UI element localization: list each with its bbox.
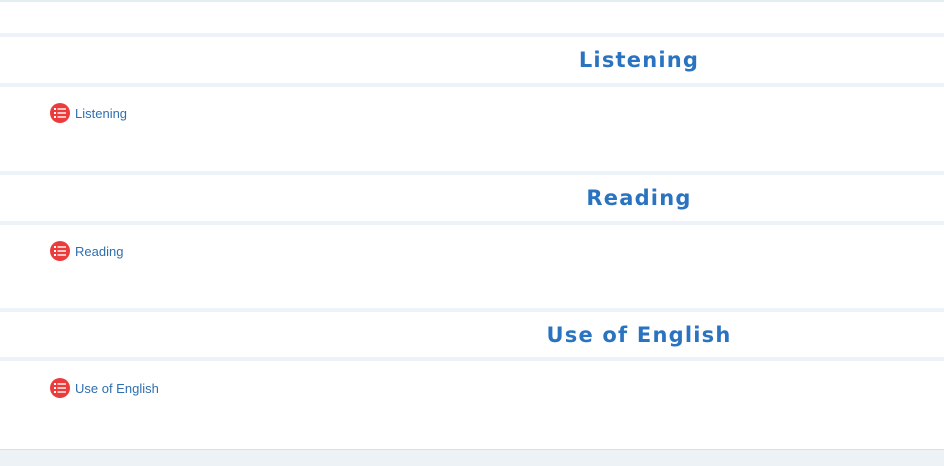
section-header-listening: Listening xyxy=(0,37,944,83)
activity-link-label[interactable]: Reading xyxy=(75,244,123,259)
activity-link-label[interactable]: Listening xyxy=(75,106,127,121)
section-header-reading: Reading xyxy=(0,175,944,221)
section-title: Reading xyxy=(586,186,692,210)
activity-link-use-of-english[interactable]: Use of English xyxy=(50,377,159,399)
footer-bar xyxy=(0,450,944,466)
section-title: Use of English xyxy=(546,323,732,347)
activity-link-reading[interactable]: Reading xyxy=(50,240,123,262)
list-icon xyxy=(50,103,70,123)
section-divider xyxy=(0,357,944,361)
list-icon xyxy=(50,241,70,261)
section-divider xyxy=(0,221,944,225)
activity-link-listening[interactable]: Listening xyxy=(50,102,127,124)
section-title: Listening xyxy=(578,48,700,72)
list-icon xyxy=(50,378,70,398)
top-divider xyxy=(0,0,944,2)
section-divider xyxy=(0,83,944,87)
activity-link-label[interactable]: Use of English xyxy=(75,381,159,396)
section-header-use-of-english: Use of English xyxy=(0,312,944,358)
